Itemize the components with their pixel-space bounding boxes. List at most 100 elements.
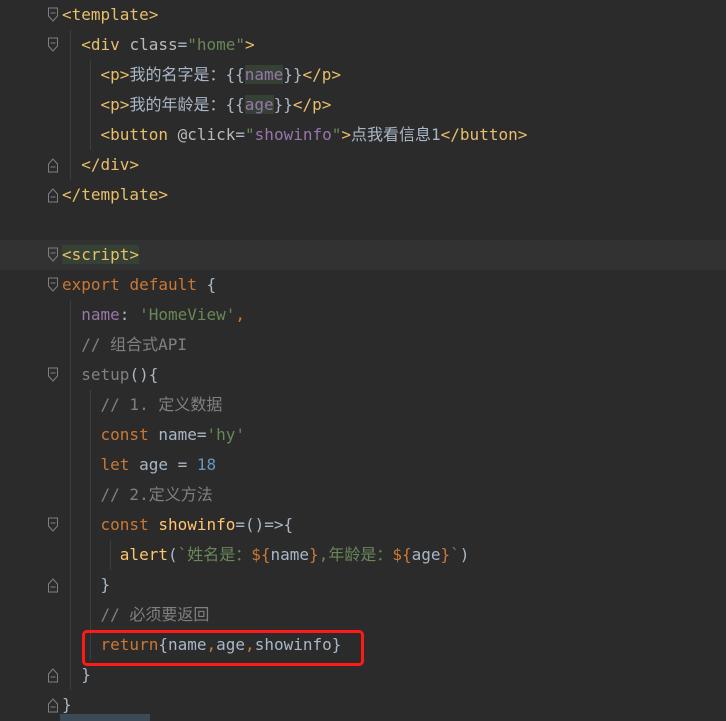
fold-close-icon[interactable] [47,187,59,203]
code-token: name [158,425,197,444]
code-token: age [244,95,274,114]
code-token: setup [81,365,130,384]
code-text: setup(){ [62,360,158,390]
code-token: ${ [392,545,412,564]
code-line[interactable]: } [0,570,726,600]
code-token: export [62,275,130,294]
code-token: ${ [251,545,271,564]
code-text: <script> [62,240,140,270]
code-token: 'hy' [206,425,246,444]
code-line[interactable]: // 必须要返回 [0,600,726,630]
code-token: " [331,125,342,144]
code-token: 'HomeView' [139,305,236,324]
code-line[interactable] [0,210,726,240]
code-line[interactable]: let age = 18 [0,450,726,480]
indent-guide [70,30,71,180]
code-line[interactable]: alert(`姓名是：${name},年龄是：${age}`) [0,540,726,570]
code-token: </div> [81,155,140,174]
code-line[interactable]: const name='hy' [0,420,726,450]
code-line[interactable]: // 组合式API [0,330,726,360]
code-line[interactable]: setup(){ [0,360,726,390]
code-token: , [235,305,246,324]
code-line[interactable]: <p>我的名字是：{{name}}</p> [0,60,726,90]
code-token: ( [167,545,178,564]
fold-close-icon[interactable] [47,667,59,683]
horizontal-scrollbar[interactable] [60,714,150,721]
code-line[interactable]: export default { [0,270,726,300]
fold-close-icon[interactable] [47,697,59,713]
code-token: = [196,425,207,444]
code-token: name [270,545,310,564]
code-token: showinfo [254,125,332,144]
code-line[interactable]: // 2.定义方法 [0,480,726,510]
code-text: <div class="home"> [62,30,255,60]
code-token: `姓名是： [177,545,252,564]
code-line[interactable]: </div> [0,150,726,180]
fold-open-icon[interactable] [47,7,59,23]
indent-guide [110,540,111,570]
code-token: } [309,545,319,564]
code-text: </template> [62,180,168,210]
code-token: } [440,545,451,564]
code-token: " [245,125,255,144]
code-token: (){ [129,365,159,384]
code-line[interactable]: <script> [0,240,726,270]
code-token: // 组合式API [81,335,188,354]
code-line[interactable]: <p>我的年龄是：{{age}}</p> [0,90,726,120]
code-editor[interactable]: <template> <div class="home"> <p>我的名字是：{… [0,0,726,721]
code-token: age [411,545,441,564]
fold-open-icon[interactable] [47,277,59,293]
code-text: let age = 18 [62,450,217,480]
code-token: name [81,305,120,324]
code-line[interactable]: const showinfo=()=>{ [0,510,726,540]
code-token: alert [119,545,168,564]
code-token: } [100,575,111,594]
code-token: // 必须要返回 [100,605,210,624]
code-text: // 2.定义方法 [62,480,213,510]
fold-open-icon[interactable] [47,37,59,53]
code-text: <button @click="showinfo">点我看信息1</button… [62,120,528,150]
code-text: <template> [62,0,158,30]
fold-open-icon[interactable] [47,247,59,263]
code-token: ) [459,545,470,564]
code-line[interactable]: <button @click="showinfo">点我看信息1</button… [0,120,726,150]
code-token: { [206,275,217,294]
fold-open-icon[interactable] [47,517,59,533]
code-token: } [81,665,91,684]
code-text: // 必须要返回 [62,600,210,630]
code-token: </button> [440,125,528,144]
code-token: name [244,65,284,84]
code-line[interactable]: </template> [0,180,726,210]
code-token: <p> [100,65,130,84]
code-token: > [245,35,255,54]
code-text: alert(`姓名是：${name},年龄是：${age}`) [62,540,470,570]
code-line[interactable]: <template> [0,0,726,30]
fold-close-icon[interactable] [47,577,59,593]
code-token: = [177,35,188,54]
code-token: class [129,35,178,54]
code-line[interactable]: <div class="home"> [0,30,726,60]
code-text: <p>我的名字是：{{name}}</p> [62,60,341,90]
code-token: = [177,455,197,474]
fold-open-icon[interactable] [47,367,59,383]
annotation-box [82,630,364,666]
code-token: // 1. 定义数据 [100,395,223,414]
code-token: <button [100,125,178,144]
code-line[interactable]: name: 'HomeView', [0,300,726,330]
fold-close-icon[interactable] [47,157,59,173]
code-text: </div> [62,150,139,180]
code-line[interactable]: // 1. 定义数据 [0,390,726,420]
code-token: default [129,275,207,294]
code-token: =()=>{ [235,515,294,534]
